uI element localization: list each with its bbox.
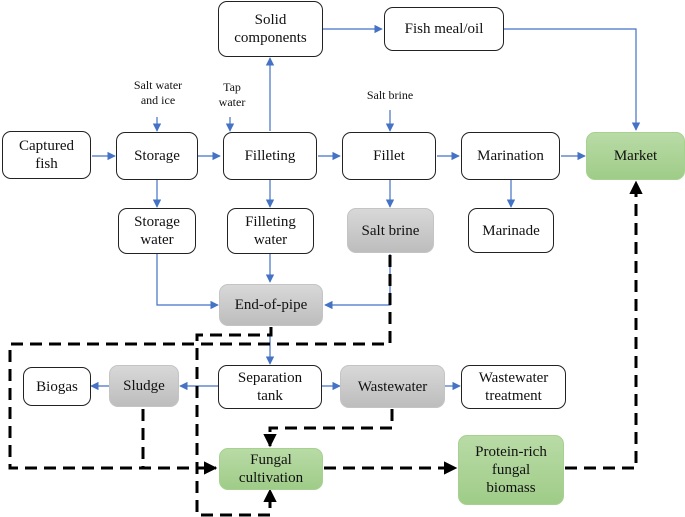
proposed-biomass-to-market [565, 180, 643, 470]
input-salt-water-ice: Salt water and ice [133, 78, 183, 107]
node-fungal-cultivation[interactable]: Fungal cultivation [219, 448, 323, 490]
proposed-wastewater-to-fungal [263, 409, 394, 448]
edges-layer [8, 24, 643, 517]
node-marination[interactable]: Marination [461, 132, 560, 180]
node-market[interactable]: Market [586, 132, 685, 180]
node-solid-components[interactable]: Solid components [218, 1, 323, 57]
node-end-of-pipe[interactable]: End-of-pipe [219, 284, 323, 326]
node-protein-rich-biomass[interactable]: Protein-rich fungal biomass [458, 435, 564, 505]
edge-saltbrine-to-endofpipe [324, 254, 391, 310]
node-sludge[interactable]: Sludge [109, 365, 179, 407]
edge-storagewater-to-endofpipe [156, 254, 219, 310]
input-tap-water: Tap water [218, 80, 246, 109]
node-filleting-water[interactable]: Filleting water [227, 208, 314, 254]
input-salt-brine: Salt brine [366, 88, 414, 102]
node-captured-fish[interactable]: Captured fish [2, 131, 91, 179]
node-salt-brine[interactable]: Salt brine [347, 208, 434, 253]
node-fillet[interactable]: Fillet [342, 132, 436, 180]
node-marinade[interactable]: Marinade [468, 208, 554, 253]
node-fish-meal-oil[interactable]: Fish meal/oil [384, 7, 504, 51]
node-wastewater-treatment[interactable]: Wastewater treatment [461, 365, 566, 409]
process-flow-diagram: Captured fish Storage Filleting Fillet M… [0, 0, 685, 517]
node-separation-tank[interactable]: Separation tank [218, 365, 322, 409]
node-storage[interactable]: Storage [116, 132, 198, 180]
node-biogas[interactable]: Biogas [23, 367, 91, 406]
proposed-saltbrine-to-fungal [8, 255, 392, 475]
node-wastewater[interactable]: Wastewater [340, 365, 445, 408]
node-filleting[interactable]: Filleting [223, 132, 317, 180]
edge-fishmeal-to-market [504, 28, 641, 131]
node-storage-water[interactable]: Storage water [118, 208, 196, 254]
